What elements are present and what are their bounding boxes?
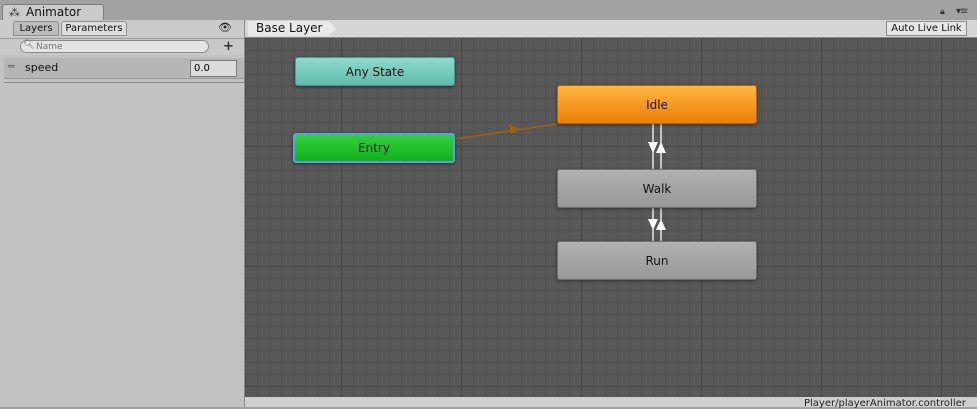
state-idle[interactable]: Idle <box>557 85 757 124</box>
controller-path: Player/playerAnimator.controller <box>804 398 966 409</box>
state-any-state[interactable]: Any State <box>295 57 455 86</box>
state-run[interactable]: Run <box>557 241 757 280</box>
state-entry[interactable]: Entry <box>293 133 455 163</box>
idle-walk-arrow-down <box>648 142 658 153</box>
run-walk-arrow-up <box>656 219 666 230</box>
entry-transition[interactable] <box>454 123 558 140</box>
transition-layer <box>454 123 666 241</box>
state-walk[interactable]: Walk <box>557 169 757 208</box>
walk-run-arrow-down <box>648 219 658 230</box>
walk-idle-arrow-up <box>656 142 666 153</box>
entry-transition-arrow <box>509 124 520 134</box>
